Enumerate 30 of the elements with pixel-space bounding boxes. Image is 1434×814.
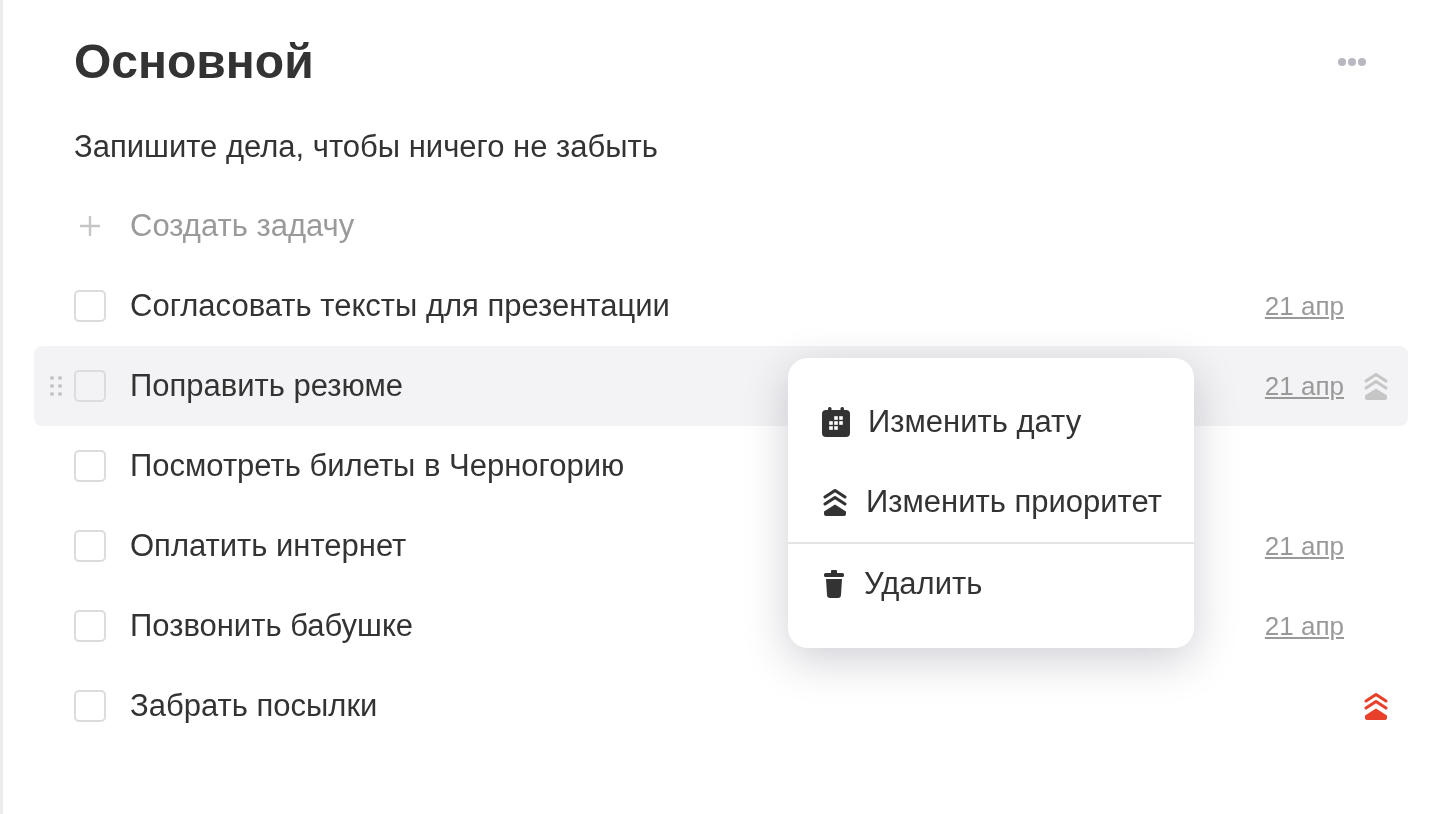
due-date-link[interactable]: 21 апр xyxy=(1264,370,1344,402)
task-title: Согласовать тексты для презентации xyxy=(130,288,670,324)
task-title: Позвонить бабушке xyxy=(130,608,414,644)
checkbox[interactable] xyxy=(74,690,106,722)
list-description: Запишите дела, чтобы ничего не забыть xyxy=(74,128,658,166)
due-date-link[interactable]: 21 апр xyxy=(1264,530,1344,562)
plus-icon xyxy=(80,216,100,236)
list-title: Основной xyxy=(74,34,314,91)
trash-icon xyxy=(822,570,846,598)
checkbox[interactable] xyxy=(74,610,106,642)
checkbox[interactable] xyxy=(74,530,106,562)
menu-item[interactable]: Удалить xyxy=(788,544,1194,624)
due-date-link[interactable]: 21 апр xyxy=(1264,290,1344,322)
menu-item[interactable]: Изменить дату xyxy=(788,382,1194,462)
drag-handle-icon[interactable] xyxy=(50,376,62,396)
task-title: Посмотреть билеты в Черногорию xyxy=(130,448,625,484)
chevrons-up-icon[interactable] xyxy=(1363,692,1389,720)
checkbox[interactable] xyxy=(74,370,106,402)
checkbox[interactable] xyxy=(74,450,106,482)
due-date-link[interactable]: 21 апр xyxy=(1264,610,1344,642)
chevrons-up-icon xyxy=(822,488,848,516)
create-task-button[interactable]: Создать задачу xyxy=(74,208,355,244)
menu-item[interactable]: Изменить приоритет xyxy=(788,462,1194,542)
calendar-icon xyxy=(822,407,850,437)
task-title: Поправить резюме xyxy=(130,368,403,404)
more-icon xyxy=(1338,58,1366,66)
more-button[interactable] xyxy=(1338,58,1366,66)
task-title: Оплатить интернет xyxy=(130,528,407,564)
task-title: Забрать посылки xyxy=(130,688,378,724)
checkbox[interactable] xyxy=(74,290,106,322)
